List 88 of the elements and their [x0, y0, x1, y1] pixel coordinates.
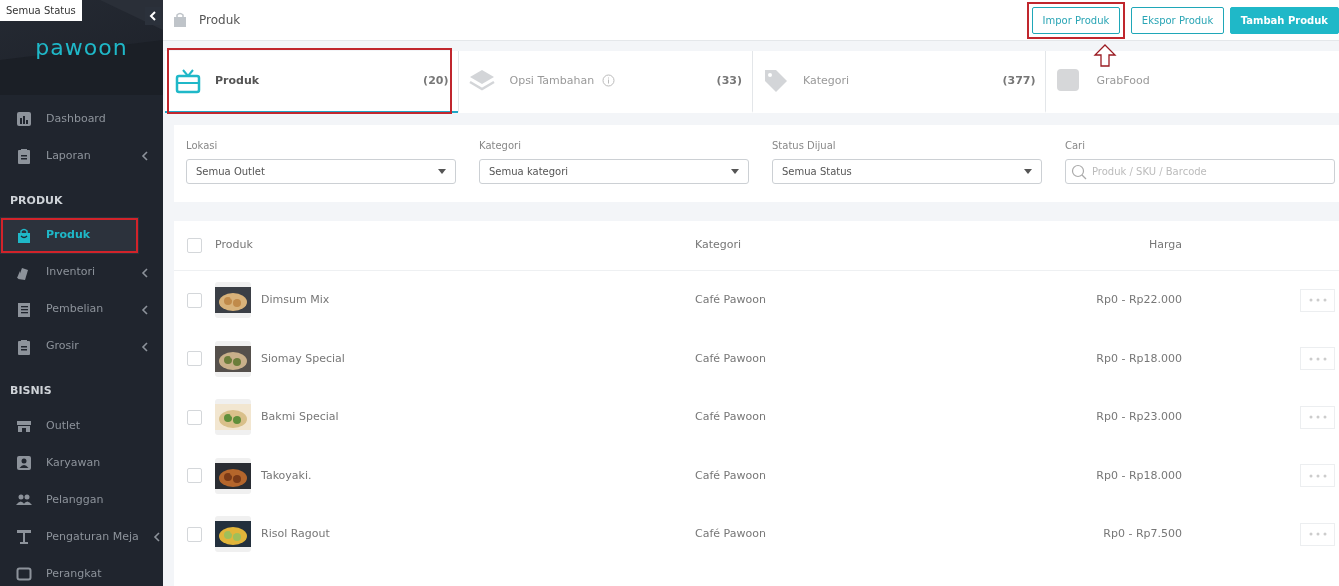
clipboard-icon	[16, 338, 32, 355]
filter-label: Kategori	[479, 139, 522, 153]
checkbox[interactable]	[187, 351, 202, 367]
checkbox[interactable]	[187, 292, 202, 308]
tooltip: Semua Status	[0, 0, 82, 21]
more-icon	[1307, 356, 1328, 361]
header-button[interactable]: Impor Produk	[1031, 6, 1121, 34]
sidebar-item[interactable]: Perangkat	[0, 555, 163, 586]
tablet-icon	[16, 566, 32, 582]
table-icon	[16, 529, 32, 545]
tab[interactable]: Kategori (377)	[752, 51, 1046, 113]
more-icon	[1307, 473, 1328, 478]
column-header: Produk	[215, 237, 254, 254]
document-icon	[16, 301, 32, 318]
tab-count: (20)	[423, 72, 449, 89]
tab[interactable]: Produk (20)	[165, 51, 459, 113]
table-cell-text: Café Pawoon	[695, 292, 767, 308]
clipboard-icon	[16, 148, 32, 164]
checkbox[interactable]	[187, 468, 202, 484]
more-icon	[1307, 415, 1328, 420]
section-heading: PRODUK	[9, 192, 64, 209]
tab[interactable]: Opsi Tambahan (33)	[458, 51, 752, 113]
product-name: Dimsum Mix	[261, 292, 330, 308]
logo: pawoon	[35, 34, 128, 62]
search-field[interactable]: Produk / SKU / Barcode	[1065, 159, 1335, 184]
filter-label: Cari	[1065, 139, 1086, 153]
page-title: Produk	[199, 12, 242, 29]
product-name: Takoyaki.	[261, 467, 312, 484]
sidebar-item[interactable]: Dashboard	[0, 100, 163, 138]
chevron-left-icon	[141, 267, 149, 278]
chevron-left-icon	[149, 11, 157, 21]
caret-down-icon	[731, 169, 739, 174]
select-field[interactable]: Semua Outlet	[186, 159, 456, 184]
people-icon	[16, 492, 32, 508]
tab-count: (33)	[716, 72, 742, 89]
more-button[interactable]	[1300, 464, 1335, 488]
sidebar-item[interactable]: Laporan	[0, 137, 163, 175]
sidebar-item[interactable]: Grosir	[0, 328, 163, 365]
table-cell-text: Café Pawoon	[695, 467, 767, 484]
more-button[interactable]	[1300, 405, 1335, 429]
more-button[interactable]	[1300, 288, 1335, 312]
bag-icon	[173, 12, 187, 28]
sidebar-item[interactable]: Pembelian	[0, 291, 163, 328]
checkbox[interactable]	[187, 409, 202, 425]
table-cell-text: Café Pawoon	[695, 526, 767, 542]
chevron-left-icon	[152, 532, 161, 542]
more-icon	[1307, 532, 1328, 537]
price: Rp0 - Rp22.000	[1095, 292, 1182, 308]
tag-icon	[763, 68, 789, 94]
product-name: Risol Ragout	[261, 526, 330, 542]
sidebar-item[interactable]: Outlet	[0, 407, 163, 445]
price: Rp0 - Rp18.000	[1095, 467, 1182, 484]
caret-down-icon	[1024, 169, 1032, 174]
filter-label: Lokasi	[186, 139, 219, 153]
price: Rp0 - Rp23.000	[1095, 409, 1182, 425]
sidebar-item[interactable]: Pelanggan	[0, 481, 163, 519]
sidebar-item[interactable]: Pengaturan Meja	[0, 518, 163, 556]
chevron-left-icon	[141, 151, 149, 161]
chevron-left-icon	[141, 341, 149, 352]
sidebar-item[interactable]: Inventori	[0, 254, 163, 291]
header-button[interactable]: Ekspor Produk	[1130, 6, 1225, 34]
table-cell-text: Café Pawoon	[695, 350, 767, 367]
select-field[interactable]: Semua Status	[772, 159, 1042, 184]
column-header: Kategori	[695, 237, 743, 254]
sidebar-item[interactable]: Karyawan	[0, 444, 163, 482]
price: Rp0 - Rp18.000	[1095, 350, 1182, 367]
chart-icon	[16, 111, 32, 127]
bag-icon	[16, 227, 32, 244]
more-button[interactable]	[1300, 347, 1335, 371]
section-heading: BISNIS	[9, 383, 53, 399]
product-name: Bakmi Special	[261, 409, 339, 425]
more-button[interactable]	[1300, 522, 1335, 546]
product-name: Siomay Special	[261, 350, 345, 367]
chevron-left-icon	[141, 304, 149, 315]
price: Rp0 - Rp7.500	[1102, 526, 1182, 542]
search-icon	[1071, 164, 1087, 180]
checkbox[interactable]	[187, 526, 202, 542]
caret-down-icon	[438, 169, 446, 174]
column-header: Harga	[1147, 237, 1182, 254]
table-cell-text: Café Pawoon	[695, 409, 767, 425]
person-card-icon	[16, 455, 32, 471]
tab-count: (377)	[1002, 72, 1036, 89]
store-icon	[16, 418, 32, 434]
sidebar-item[interactable]: Produk	[0, 217, 139, 254]
filter-label: Status Dijual	[772, 139, 837, 153]
select-field[interactable]: Semua kategori	[479, 159, 749, 184]
checkbox[interactable]	[187, 238, 202, 253]
more-icon	[1307, 298, 1328, 303]
